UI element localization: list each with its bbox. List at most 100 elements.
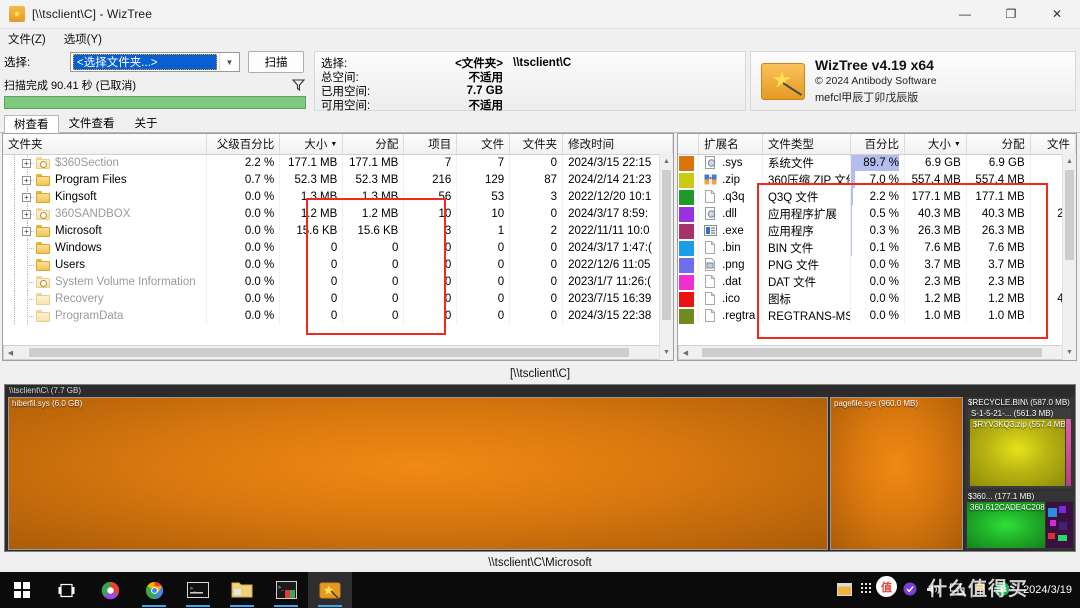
taskbar-app-wiztree[interactable]	[308, 572, 352, 608]
table-row[interactable]: + Microsoft 0.0 % 15.6 KB 15.6 KB 3 1 2 2022/11/…	[3, 222, 673, 240]
table-row[interactable]: + $360Section 2.2 % 177.1 MB 177.1 MB 7 7 0 2024…	[3, 154, 673, 172]
menu-item-file[interactable]: 文件(Z)	[8, 31, 46, 47]
scroll-up-icon[interactable]: ▲	[660, 155, 673, 168]
table-row[interactable]: + Kingsoft 0.0 % 1.3 MB 1.3 MB 56 53 3 2022/12/2…	[3, 188, 673, 206]
filter-icon[interactable]	[291, 78, 306, 93]
scroll-up-icon[interactable]: ▲	[1063, 155, 1076, 168]
col-ext-files[interactable]: 文件	[1030, 134, 1076, 155]
treemap-tile-ryv3kq3-zip[interactable]: $RYV3KQ3.zip (557.4 MB)	[970, 419, 1065, 486]
taskbar-app-explorer[interactable]	[220, 572, 264, 608]
cell-folder-name[interactable]: System Volume Information	[3, 273, 207, 291]
treemap-group-360[interactable]: $360... (177.1 MB) 360.612CADE4C208C/ (1…	[965, 491, 1075, 550]
taskbar-app-rdp[interactable]: >_	[264, 572, 308, 608]
table-row[interactable]: System Volume Information 0.0 % 0 0 0 0 0 2023/…	[3, 273, 673, 291]
scroll-left-icon[interactable]: ◀	[4, 349, 17, 357]
table-row[interactable]: + Program Files 0.7 % 52.3 MB 52.3 MB 216 129 8…	[3, 171, 673, 189]
tray-shield-icon[interactable]	[903, 582, 917, 598]
close-button[interactable]: ✕	[1034, 0, 1080, 29]
cell-folder-name[interactable]: Users	[3, 256, 207, 274]
treemap-tile-360-hash[interactable]: 360.612CADE4C208C/ (177.1 MB)	[967, 502, 1045, 548]
treemap-tile-label: 360.612CADE4C208C/ (177.1 MB)	[970, 503, 1045, 512]
col-subfolders[interactable]: 文件夹	[509, 134, 564, 155]
col-folder[interactable]: 文件夹	[3, 134, 207, 155]
table-row[interactable]: .bin BIN 文件 0.1 % 7.6 MB 7.6 MB	[678, 239, 1076, 256]
col-alloc[interactable]: 分配	[342, 134, 405, 155]
col-file-type[interactable]: 文件类型	[762, 134, 852, 155]
tray-pin-icon[interactable]	[974, 582, 987, 598]
treemap-group-sid[interactable]: S-1-5-21-... (561.3 MB) $RYV3KQ3.zip (55…	[968, 408, 1071, 488]
expand-icon[interactable]: +	[22, 175, 31, 185]
cell-folder-name[interactable]: + Program Files	[3, 171, 207, 189]
menu-item-options[interactable]: 选项(Y)	[64, 31, 102, 47]
tree-horizontal-scrollbar[interactable]: ◀ ▶	[3, 345, 673, 360]
col-ext-alloc[interactable]: 分配	[966, 134, 1031, 155]
tab-about[interactable]: 关于	[125, 114, 168, 132]
col-ext-size[interactable]: 大小 ▼	[904, 134, 967, 155]
table-row[interactable]: +360SANDBOX 0.0 % 1.2 MB 1.2 MB 10 10 0 2024/3/…	[3, 205, 673, 223]
tab-tree-view[interactable]: 树查看	[4, 115, 59, 133]
scroll-down-icon[interactable]: ▼	[1063, 346, 1076, 359]
table-row[interactable]: Users 0.0 % 0 0 0 0 0 2022/12/6 11:05	[3, 256, 673, 274]
expand-icon[interactable]: +	[22, 226, 31, 236]
tray-network-icon[interactable]	[950, 582, 965, 598]
col-parent-pct[interactable]: 父级百分比	[206, 134, 281, 155]
chevron-down-icon[interactable]: ▼	[219, 53, 239, 71]
cell-folder-name[interactable]: ProgramData	[3, 307, 207, 325]
taskbar-app-browser[interactable]	[88, 572, 132, 608]
folder-select-combo[interactable]: <选择文件夹...> ▼	[70, 52, 240, 72]
treemap-tile-label: pagefile.sys (960.0 MB)	[834, 399, 919, 408]
task-view-button[interactable]	[44, 572, 88, 608]
table-row[interactable]: .ico图标0.0 %1.2 MB1.2 MB49	[678, 290, 1076, 307]
minimize-button[interactable]: —	[942, 0, 988, 29]
cell-folder-name[interactable]: + $360Section	[3, 154, 207, 172]
maximize-button[interactable]: ❐	[988, 0, 1034, 29]
tab-file-view[interactable]: 文件查看	[59, 114, 125, 132]
table-row[interactable]: .dat DAT 文件 0.0 % 2.3 MB 2.3 MB	[678, 273, 1076, 290]
table-row[interactable]: .regtraREGTRANS-MS 文0.0 %1.0 MB1.0 MB	[678, 307, 1076, 324]
treemap-tile-hiberfil[interactable]: hiberfil.sys (6.0 GB)	[8, 397, 828, 550]
cell-folder-name[interactable]: Windows	[3, 239, 207, 257]
table-row[interactable]: .png PNG 文件 0.0 % 3.7 MB 3.7 MB	[678, 256, 1076, 273]
tray-apps-icon[interactable]	[861, 582, 874, 598]
treemap-group-recycle-bin[interactable]: $RECYCLE.BIN\ (587.0 MB) S-1-5-21-... (5…	[965, 397, 1075, 490]
tree-vertical-scrollbar[interactable]: ▲ ▼	[659, 154, 673, 360]
col-files[interactable]: 文件	[456, 134, 511, 155]
cell-folder-name[interactable]: + Microsoft	[3, 222, 207, 240]
tree-line	[8, 154, 21, 172]
col-percent[interactable]: 百分比	[850, 134, 906, 155]
expand-icon[interactable]: +	[22, 192, 31, 202]
scroll-down-icon[interactable]: ▼	[660, 346, 673, 359]
table-row[interactable]: ProgramData 0.0 % 0 0 0 0 0 2024/3/15 22:38	[3, 307, 673, 325]
table-row[interactable]: Recovery 0.0 % 0 0 0 0 0 2023/7/15 16:39	[3, 290, 673, 308]
taskbar-app-chrome[interactable]	[132, 572, 176, 608]
treemap-tile-misc-cluster[interactable]	[1046, 502, 1073, 548]
extension-horizontal-scrollbar[interactable]: ◀ ▶	[678, 345, 1076, 360]
col-extension[interactable]: 扩展名	[698, 134, 763, 155]
tray-window-icon[interactable]	[837, 582, 853, 598]
scroll-left-icon[interactable]: ◀	[679, 349, 692, 357]
taskbar-clock[interactable]: 2024/3/19	[1019, 584, 1072, 597]
table-row[interactable]: .sys 系统文件 89.7 % 6.9 GB 6.9 GB	[678, 154, 1076, 171]
table-row[interactable]: Windows 0.0 % 0 0 0 0 0 2024/3/17 1:47:(	[3, 239, 673, 257]
treemap-tile-pagefile[interactable]: pagefile.sys (960.0 MB)	[830, 397, 963, 550]
treemap-tile-sliver-pink[interactable]	[1066, 419, 1071, 486]
extension-vertical-scrollbar[interactable]: ▲ ▼	[1062, 154, 1076, 360]
col-modified[interactable]: 修改时间	[562, 134, 673, 155]
scan-button[interactable]: 扫描	[248, 51, 304, 73]
treemap-visualization[interactable]: \\tsclient\C\ (7.7 GB) hiberfil.sys (6.0…	[4, 384, 1076, 552]
table-row[interactable]: .dll应用程序扩展0.5 %40.3 MB40.3 MB24	[678, 205, 1076, 222]
expand-icon[interactable]: +	[22, 158, 31, 168]
table-row[interactable]: .q3q Q3Q 文件 2.2 % 177.1 MB 177.1 MB	[678, 188, 1076, 205]
table-row[interactable]: .zip 360压缩 ZIP 文件 7.0 % 557.4 MB 557.4 MB	[678, 171, 1076, 188]
cell-folder-name[interactable]: + Kingsoft	[3, 188, 207, 206]
table-row[interactable]: .exe 应用程序 0.3 % 26.3 MB 26.3 MB	[678, 222, 1076, 239]
cell-folder-name[interactable]: Recovery	[3, 290, 207, 308]
col-items[interactable]: 项目	[403, 134, 458, 155]
tray-sync-icon[interactable]: P	[996, 582, 1010, 598]
cell-folder-name[interactable]: +360SANDBOX	[3, 205, 207, 223]
col-size[interactable]: 大小 ▼	[279, 134, 344, 155]
expand-icon[interactable]: +	[22, 209, 31, 219]
tray-volume-icon[interactable]	[926, 583, 941, 598]
start-button[interactable]	[0, 572, 44, 608]
taskbar-app-terminal[interactable]: >_	[176, 572, 220, 608]
